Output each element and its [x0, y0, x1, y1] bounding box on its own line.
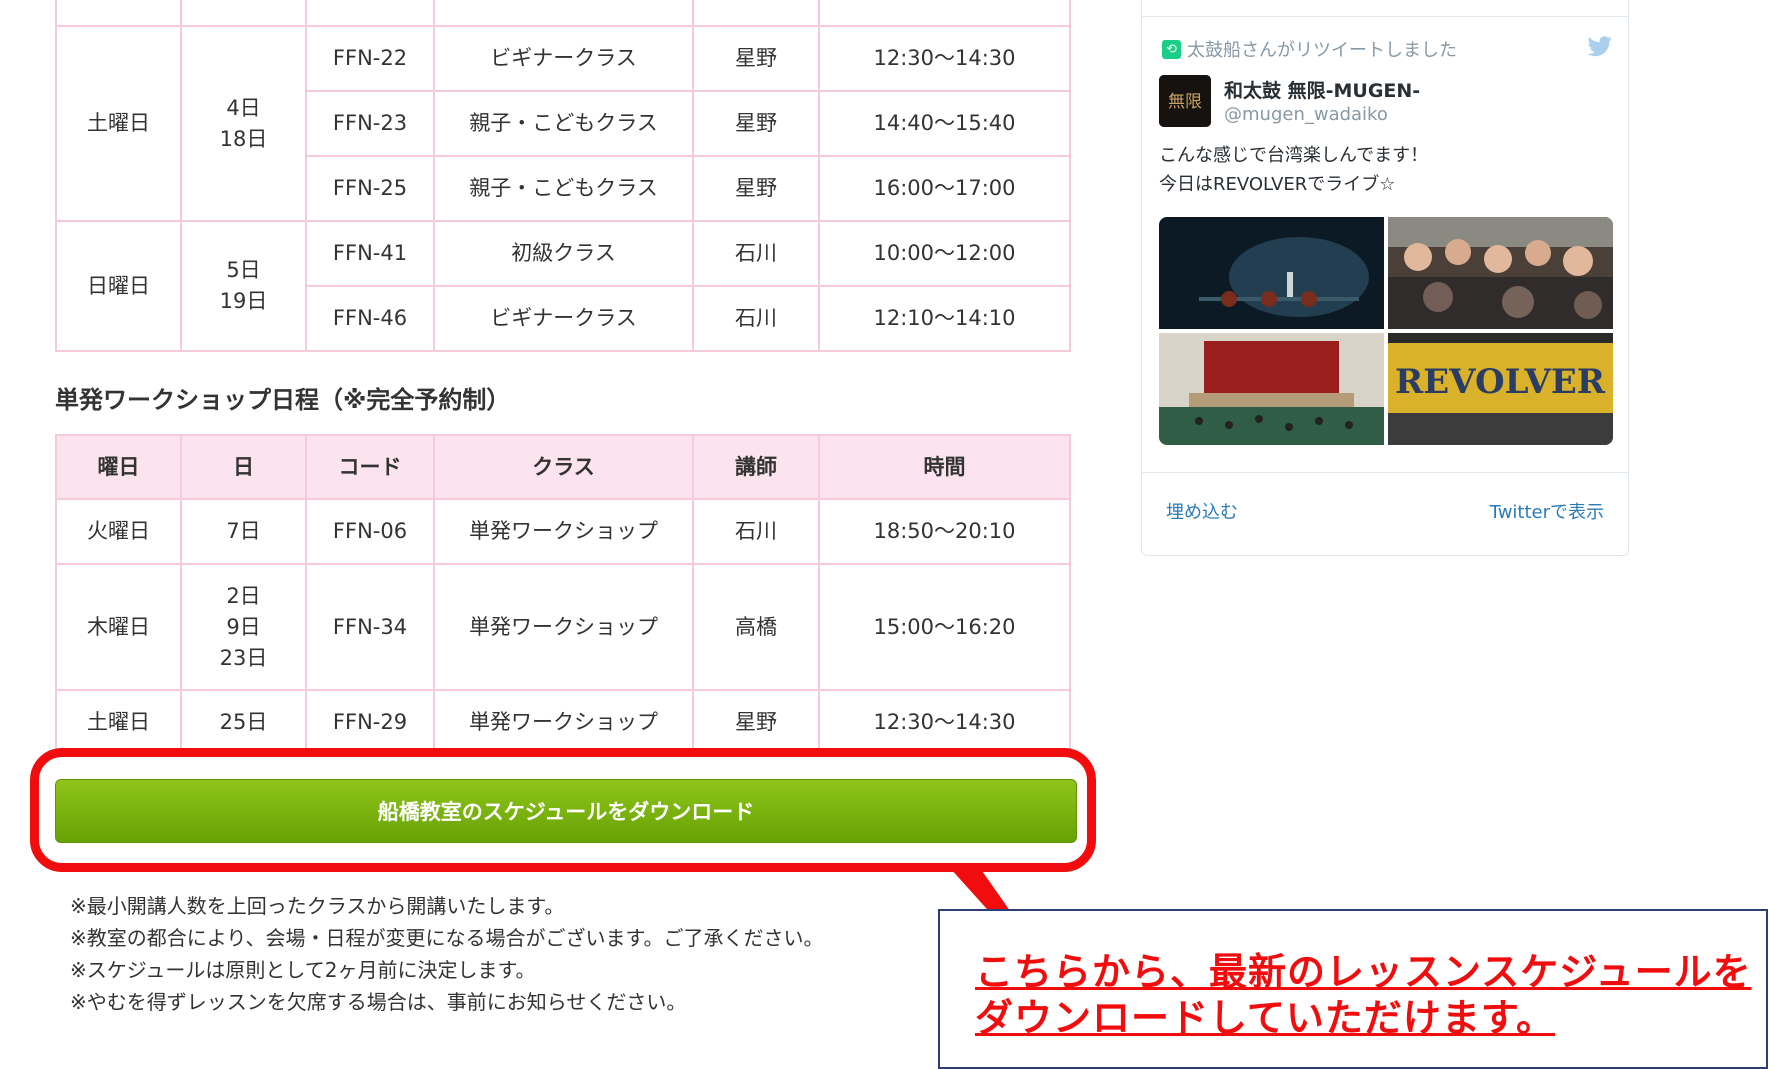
day-cell: 土曜日: [55, 689, 182, 756]
time-cell: 15:00〜16:20: [818, 563, 1071, 691]
tweet-author-handle[interactable]: @mugen_wadaiko: [1224, 104, 1388, 125]
code-cell: FFN-06: [305, 498, 435, 565]
note-item: ※スケジュールは原則として2ヶ月前に決定します。: [70, 958, 536, 982]
table-row: 土曜日 4日 18日 FFN-22 ビギナークラス 星野 12:30〜14:30: [55, 25, 1071, 222]
table-row: 火曜日 7日 FFN-06 単発ワークショップ 石川 18:50〜20:10: [55, 498, 1071, 565]
class-cell: [433, 0, 694, 27]
annotation-callout: こちらから、最新のレッスンスケジュールを ダウンロードしていただけます。: [938, 909, 1768, 1069]
class-cell: ビギナークラス: [433, 25, 694, 92]
day-cell: 土曜日: [55, 25, 182, 222]
day-cell: [55, 0, 182, 27]
date-cell: 7日: [180, 498, 307, 565]
teacher-cell: 高橋: [692, 563, 820, 691]
tweet-media-grid[interactable]: REVOLVER: [1159, 217, 1613, 445]
teacher-cell: 石川: [692, 220, 820, 287]
time-cell: 14:40〜15:40: [818, 90, 1071, 157]
time-cell: 12:30〜14:30: [818, 25, 1071, 92]
svg-text:無限: 無限: [1168, 92, 1202, 112]
header-time: 時間: [818, 434, 1071, 500]
time-cell: [818, 0, 1071, 27]
time-cell: 12:10〜14:10: [818, 285, 1071, 352]
divider: [1142, 472, 1628, 473]
code-cell: FFN-25: [305, 155, 435, 222]
table-header-row: 曜日 日 コード クラス 講師 時間: [55, 434, 1071, 500]
code-cell: FFN-29: [305, 689, 435, 756]
teacher-cell: 石川: [692, 285, 820, 352]
date-cell: 4日 18日: [180, 25, 307, 222]
twitter-bird-icon[interactable]: [1587, 36, 1613, 64]
code-cell: FFN-34: [305, 563, 435, 691]
code-cell: FFN-22: [305, 25, 435, 92]
note-item: ※教室の都合により、会場・日程が変更になる場合がございます。ご了承ください。: [70, 926, 824, 950]
day-cell: 日曜日: [55, 220, 182, 352]
workshop-section-title: 単発ワークショップ日程（※完全予約制）: [55, 386, 511, 414]
teacher-cell: 星野: [692, 90, 820, 157]
date-cell: 25日: [180, 689, 307, 756]
tweet-photo-2[interactable]: [1388, 217, 1613, 329]
retweet-text: 太鼓船さんがリツイートしました: [1187, 40, 1457, 61]
day-cell: 木曜日: [55, 563, 182, 691]
header-day: 曜日: [55, 434, 182, 500]
note-item: ※最小開講人数を上回ったクラスから開講いたします。: [70, 894, 565, 918]
table-row: 木曜日 2日 9日 23日 FFN-34 単発ワークショップ 高橋 15:00〜…: [55, 563, 1071, 691]
class-cell: 初級クラス: [433, 220, 694, 287]
class-cell: 単発ワークショップ: [433, 689, 694, 756]
code-cell: FFN-23: [305, 90, 435, 157]
time-cell: 18:50〜20:10: [818, 498, 1071, 565]
note-item: ※やむを得ずレッスンを欠席する場合は、事前にお知らせください。: [70, 990, 687, 1014]
tweet-author-name[interactable]: 和太鼓 無限-MUGEN-: [1224, 76, 1420, 103]
divider: [1142, 16, 1628, 17]
notes-list: ※最小開講人数を上回ったクラスから開講いたします。 ※教室の都合により、会場・日…: [70, 890, 824, 1018]
tweet-text-line: 今日はREVOLVERでライブ☆: [1159, 174, 1396, 195]
tweet-photo-4[interactable]: REVOLVER: [1388, 333, 1613, 445]
code-cell: [305, 0, 435, 27]
workshop-schedule-table: 曜日 日 コード クラス 講師 時間 火曜日 7日 FFN-06 単発ワークショ…: [55, 434, 1071, 756]
day-cell: 火曜日: [55, 498, 182, 565]
avatar[interactable]: 無限: [1159, 75, 1211, 127]
class-cell: ビギナークラス: [433, 285, 694, 352]
tweet-photo-1[interactable]: [1159, 217, 1384, 329]
teacher-cell: 星野: [692, 25, 820, 92]
retweet-icon: ⟲: [1162, 39, 1181, 59]
class-cell: 親子・こどもクラス: [433, 155, 694, 222]
teacher-cell: 星野: [692, 689, 820, 756]
highlight-frame: [30, 748, 1096, 872]
table-row: 土曜日 25日 FFN-29 単発ワークショップ 星野 12:30〜14:30: [55, 689, 1071, 756]
tweet-text: こんな感じで台湾楽しんでます！ 今日はREVOLVERでライブ☆: [1159, 141, 1428, 199]
retweet-label: ⟲ 太鼓船さんがリツイートしました: [1162, 36, 1457, 62]
teacher-cell: 星野: [692, 155, 820, 222]
tweet-text-line: こんな感じで台湾楽しんでます！: [1159, 145, 1429, 166]
embed-link[interactable]: 埋め込む: [1166, 498, 1238, 524]
teacher-cell: [692, 0, 820, 27]
code-cell: FFN-41: [305, 220, 435, 287]
twitter-embed: ⟲ 太鼓船さんがリツイートしました 無限 和太鼓 無限-MUGEN- @muge…: [1141, 0, 1629, 556]
class-cell: 単発ワークショップ: [433, 498, 694, 565]
svg-text:REVOLVER: REVOLVER: [1395, 362, 1606, 402]
teacher-cell: 石川: [692, 498, 820, 565]
header-date: 日: [180, 434, 307, 500]
code-cell: FFN-46: [305, 285, 435, 352]
time-cell: 10:00〜12:00: [818, 220, 1071, 287]
class-cell: 単発ワークショップ: [433, 563, 694, 691]
header-teacher: 講師: [692, 434, 820, 500]
table-row: [55, 0, 1071, 27]
date-cell: 5日 19日: [180, 220, 307, 352]
time-cell: 12:30〜14:30: [818, 689, 1071, 756]
regular-schedule-table: 土曜日 4日 18日 FFN-22 ビギナークラス 星野 12:30〜14:30…: [55, 0, 1071, 352]
time-cell: 16:00〜17:00: [818, 155, 1071, 222]
header-class: クラス: [433, 434, 694, 500]
header-code: コード: [305, 434, 435, 500]
class-cell: 親子・こどもクラス: [433, 90, 694, 157]
date-cell: 2日 9日 23日: [180, 563, 307, 691]
tweet-photo-3[interactable]: [1159, 333, 1384, 445]
view-on-twitter-link[interactable]: Twitterで表示: [1490, 498, 1604, 524]
date-cell: [180, 0, 307, 27]
table-row: 日曜日 5日 19日 FFN-41 初級クラス 石川 10:00〜12:00: [55, 220, 1071, 352]
callout-line-2: ダウンロードしていただけます。: [975, 996, 1556, 1040]
